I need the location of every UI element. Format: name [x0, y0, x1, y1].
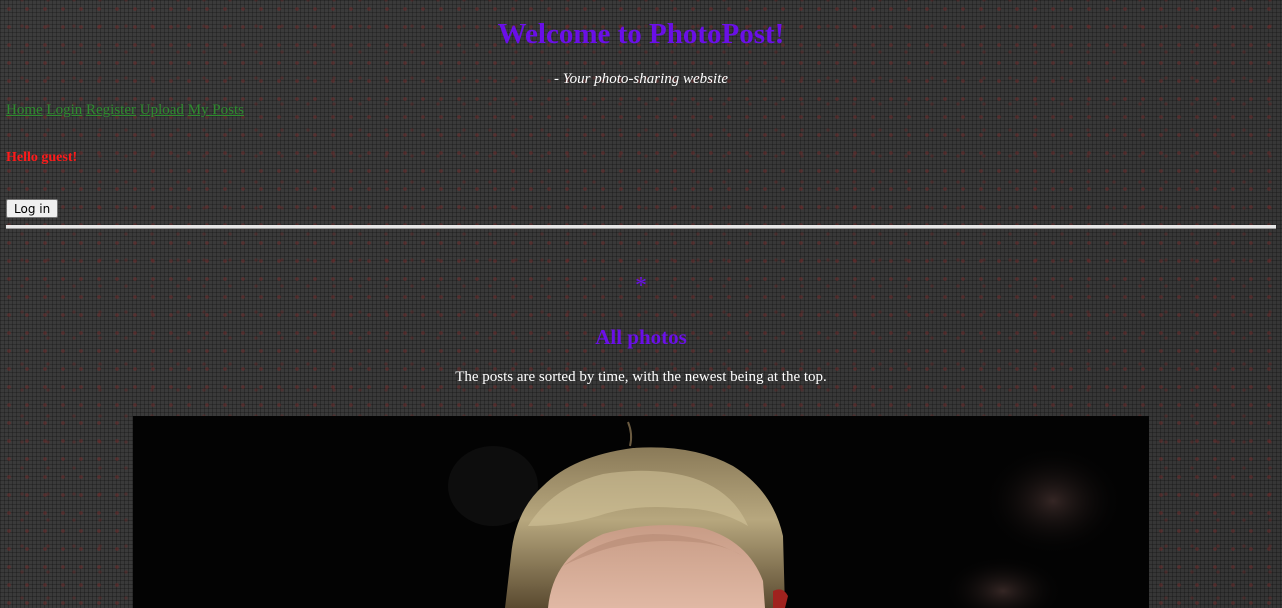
- nav-link-register[interactable]: Register: [86, 102, 136, 118]
- header-divider: [6, 225, 1276, 229]
- site-tagline: - Your photo-sharing website: [553, 71, 729, 87]
- nav-link-upload[interactable]: Upload: [140, 102, 184, 118]
- post-photo[interactable]: [133, 416, 1149, 608]
- nav-link-home[interactable]: Home: [6, 102, 43, 118]
- nav-link-my-posts[interactable]: My Posts: [188, 102, 244, 118]
- section-title: All photos: [595, 325, 687, 349]
- main-nav: Home Login Register Upload My Posts: [6, 100, 244, 120]
- sort-note: The posts are sorted by time, with the n…: [455, 369, 827, 385]
- site-title: Welcome to PhotoPost!: [497, 18, 785, 50]
- guest-greeting: Hello guest!: [6, 150, 78, 165]
- log-in-button[interactable]: Log in: [6, 199, 59, 218]
- star-icon: *: [635, 273, 647, 299]
- nav-link-login[interactable]: Login: [46, 102, 82, 118]
- post-photo-image: [133, 416, 1149, 608]
- page: Welcome to PhotoPost! - Your photo-shari…: [0, 0, 1282, 608]
